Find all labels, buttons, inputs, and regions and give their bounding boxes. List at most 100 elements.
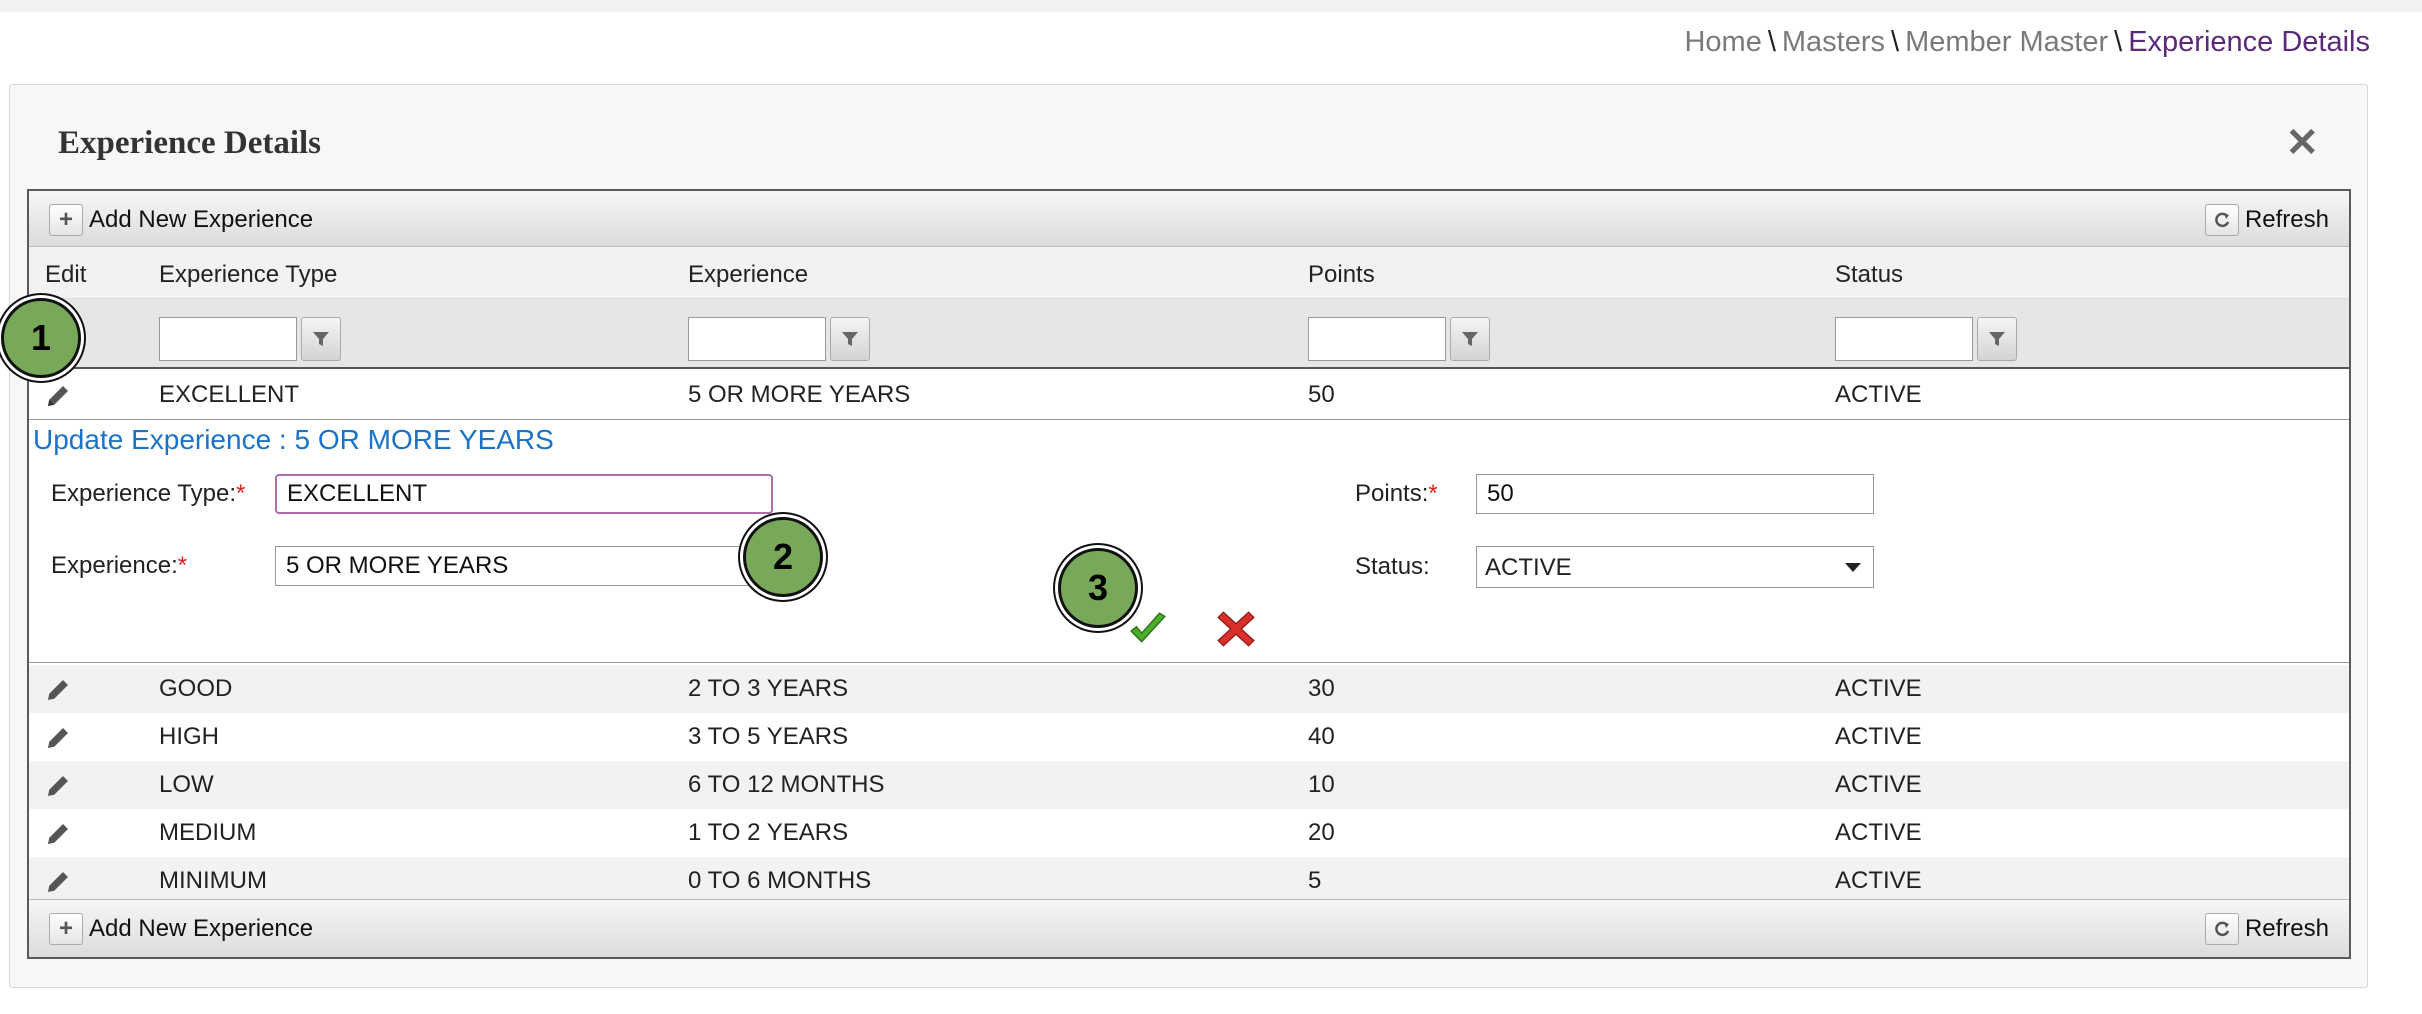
points-label: Points:*: [1355, 480, 1438, 508]
points-field[interactable]: [1476, 474, 1874, 514]
table-row[interactable]: MINIMUM 0 TO 6 MONTHS 5 ACTIVE: [29, 857, 2349, 905]
grid-header-row: Edit Experience Type Experience Points S…: [29, 247, 2349, 299]
filter-icon[interactable]: [301, 317, 341, 361]
table-row[interactable]: GOOD 2 TO 3 YEARS 30 ACTIVE: [29, 665, 2349, 713]
experience-grid: + Add New Experience Refresh Edit Experi…: [27, 189, 2351, 959]
breadcrumb-separator: \: [2114, 26, 2123, 58]
top-strip: [0, 0, 2422, 12]
refresh-label: Refresh: [2244, 206, 2329, 233]
add-new-experience-label: Add New Experience: [89, 206, 314, 233]
experience-type-label: Experience Type:*: [51, 480, 245, 508]
cancel-x-icon[interactable]: [1215, 608, 1257, 650]
table-row[interactable]: HIGH 3 TO 5 YEARS 40 ACTIVE: [29, 713, 2349, 761]
table-row[interactable]: LOW 6 TO 12 MONTHS 10 ACTIVE: [29, 761, 2349, 809]
cell-experience: 6 TO 12 MONTHS: [688, 771, 885, 798]
filter-icon[interactable]: [830, 317, 870, 361]
refresh-button[interactable]: Refresh: [2204, 913, 2329, 945]
cell-experience: 0 TO 6 MONTHS: [688, 867, 872, 894]
cell-status: ACTIVE: [1835, 771, 1922, 798]
grid-filter-row: [29, 299, 2349, 369]
cell-points: 40: [1308, 723, 1335, 750]
panel-title: Experience Details: [58, 125, 322, 161]
cell-points: 50: [1308, 381, 1335, 408]
callout-marker-3: 3: [1058, 548, 1138, 628]
cell-experience: 5 OR MORE YEARS: [688, 381, 911, 408]
pencil-icon[interactable]: [43, 819, 73, 849]
status-select-value: ACTIVE: [1485, 554, 1572, 581]
cell-experience-type: MINIMUM: [159, 867, 267, 894]
cell-status: ACTIVE: [1835, 867, 1922, 894]
table-row[interactable]: EXCELLENT 5 OR MORE YEARS 50 ACTIVE: [29, 371, 2349, 419]
experience-filter-input[interactable]: [688, 317, 826, 361]
pencil-icon[interactable]: [43, 867, 73, 897]
cell-experience: 1 TO 2 YEARS: [688, 819, 849, 846]
breadcrumb-masters[interactable]: Masters: [1782, 26, 1885, 58]
points-filter: [1308, 317, 1490, 361]
column-header-edit: Edit: [45, 261, 87, 288]
pencil-icon[interactable]: [43, 771, 73, 801]
cell-points: 5: [1308, 867, 1322, 894]
callout-marker-2: 2: [743, 517, 823, 597]
required-mark: *: [1428, 480, 1438, 507]
column-header-experience[interactable]: Experience: [688, 261, 808, 289]
cell-experience: 2 TO 3 YEARS: [688, 675, 849, 702]
column-header-experience-type[interactable]: Experience Type: [159, 261, 337, 289]
refresh-label: Refresh: [2244, 915, 2329, 942]
pencil-icon[interactable]: [43, 723, 73, 753]
column-header-status[interactable]: Status: [1835, 261, 1903, 289]
experience-type-field[interactable]: [275, 474, 773, 514]
column-header-points[interactable]: Points: [1308, 261, 1375, 289]
filter-icon[interactable]: [1977, 317, 2017, 361]
add-new-experience-button[interactable]: + Add New Experience: [49, 913, 313, 945]
status-filter: [1835, 317, 2017, 361]
experience-type-filter-input[interactable]: [159, 317, 297, 361]
breadcrumb-separator: \: [1891, 26, 1900, 58]
refresh-button[interactable]: Refresh: [2204, 204, 2329, 236]
cell-points: 10: [1308, 771, 1335, 798]
update-experience-form: Update Experience : 5 OR MORE YEARS Expe…: [29, 419, 2349, 663]
cell-experience-type: EXCELLENT: [159, 381, 300, 408]
grid-toolbar-bottom: + Add New Experience Refresh: [29, 899, 2349, 957]
experience-filter: [688, 317, 870, 361]
experience-label: Experience:*: [51, 552, 187, 580]
callout-marker-1: 1: [1, 298, 81, 378]
experience-type-filter: [159, 317, 341, 361]
pencil-icon[interactable]: [43, 675, 73, 705]
breadcrumb-current: Experience Details: [2128, 26, 2370, 58]
grid-toolbar-top: + Add New Experience Refresh: [29, 191, 2349, 247]
cell-points: 20: [1308, 819, 1335, 846]
form-title: Update Experience : 5 OR MORE YEARS: [33, 424, 554, 455]
cell-status: ACTIVE: [1835, 819, 1922, 846]
breadcrumb: Home \ Masters \ Member Master \ Experience De…: [1684, 26, 2370, 59]
pencil-icon[interactable]: [43, 381, 73, 411]
breadcrumb-separator: \: [1767, 26, 1776, 58]
status-filter-input[interactable]: [1835, 317, 1973, 361]
experience-field[interactable]: [275, 546, 765, 586]
cell-experience-type: GOOD: [159, 675, 233, 702]
status-select[interactable]: ACTIVE: [1476, 546, 1874, 588]
save-check-icon[interactable]: [1127, 608, 1169, 650]
cell-experience-type: LOW: [159, 771, 214, 798]
breadcrumb-home[interactable]: Home: [1684, 26, 1761, 58]
cell-experience-type: HIGH: [159, 723, 219, 750]
cell-experience: 3 TO 5 YEARS: [688, 723, 849, 750]
close-icon[interactable]: ✕: [2285, 123, 2319, 163]
plus-icon: +: [49, 913, 83, 945]
breadcrumb-member-master[interactable]: Member Master: [1905, 26, 2108, 58]
refresh-icon: [2204, 913, 2239, 945]
points-filter-input[interactable]: [1308, 317, 1446, 361]
cell-points: 30: [1308, 675, 1335, 702]
cell-status: ACTIVE: [1835, 675, 1922, 702]
required-mark: *: [236, 480, 246, 507]
add-new-experience-label: Add New Experience: [89, 915, 314, 942]
cell-status: ACTIVE: [1835, 381, 1922, 408]
refresh-icon: [2204, 204, 2239, 236]
cell-status: ACTIVE: [1835, 723, 1922, 750]
chevron-down-icon: [1845, 563, 1861, 572]
plus-icon: +: [49, 204, 83, 236]
experience-label-text: Experience:: [51, 552, 178, 579]
filter-icon[interactable]: [1450, 317, 1490, 361]
add-new-experience-button[interactable]: + Add New Experience: [49, 204, 313, 236]
points-label-text: Points:: [1355, 480, 1429, 507]
table-row[interactable]: MEDIUM 1 TO 2 YEARS 20 ACTIVE: [29, 809, 2349, 857]
